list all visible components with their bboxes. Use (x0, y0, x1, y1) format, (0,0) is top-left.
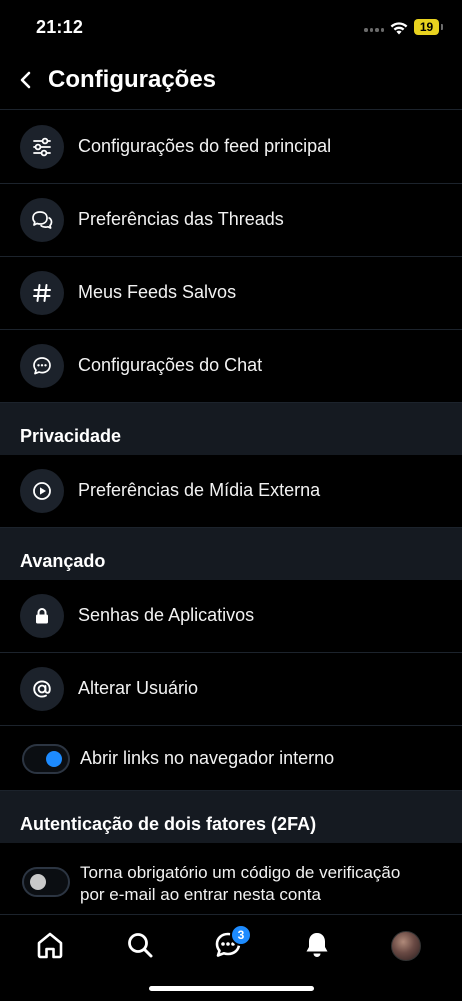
section-header-privacy: Privacidade (0, 403, 462, 455)
row-in-app-browser: Abrir links no navegador interno (0, 726, 462, 791)
row-label: Alterar Usuário (78, 678, 199, 698)
row-label: Configurações do Chat (78, 355, 263, 375)
row-app-passwords[interactable]: Senhas de Aplicativos (0, 580, 462, 653)
cellular-signal-icon (364, 28, 384, 32)
toggle-knob (46, 751, 62, 767)
home-indicator (149, 986, 314, 991)
row-label: Preferências de Mídia Externa (78, 480, 321, 500)
search-icon[interactable] (124, 929, 156, 961)
row-saved-feeds[interactable]: Meus Feeds Salvos (0, 257, 462, 330)
toggle-label-line-1: Torna obrigatório um código de verificaç… (80, 863, 401, 882)
section-title: Avançado (20, 551, 106, 571)
home-icon[interactable] (34, 929, 66, 961)
status-time: 21:12 (36, 17, 84, 37)
page-title: Configurações (48, 66, 217, 93)
at-icon (20, 667, 64, 711)
header: Configurações (0, 56, 462, 110)
in-app-browser-toggle[interactable] (22, 744, 70, 774)
messages-badge: 3 (230, 924, 252, 946)
toggle-knob (30, 874, 46, 890)
row-label: Preferências das Threads (78, 209, 284, 229)
sliders-icon (20, 125, 64, 169)
row-label: Meus Feeds Salvos (78, 282, 237, 302)
settings-list: Configurações do feed principal Preferên… (0, 111, 462, 918)
row-external-media[interactable]: Preferências de Mídia Externa (0, 455, 462, 528)
row-label: Senhas de Aplicativos (78, 605, 255, 625)
section-title: Autenticação de dois fatores (2FA) (20, 814, 317, 834)
wifi-icon (390, 22, 408, 35)
back-chevron-icon[interactable] (14, 68, 38, 92)
section-header-2fa: Autenticação de dois fatores (2FA) (0, 791, 462, 843)
status-bar: 21:12 19 (0, 0, 462, 56)
hash-icon (20, 271, 64, 315)
profile-avatar[interactable] (391, 931, 421, 961)
lock-icon (20, 594, 64, 638)
chat-dots-icon (20, 344, 64, 388)
section-title: Privacidade (20, 426, 122, 446)
section-header-advanced: Avançado (0, 528, 462, 580)
row-label: Configurações do feed principal (78, 136, 332, 156)
row-feed-settings[interactable]: Configurações do feed principal (0, 111, 462, 184)
row-change-handle[interactable]: Alterar Usuário (0, 653, 462, 726)
email-2fa-toggle[interactable] (22, 867, 70, 897)
battery-indicator: 19 (414, 19, 443, 35)
row-thread-preferences[interactable]: Preferências das Threads (0, 184, 462, 257)
row-chat-settings[interactable]: Configurações do Chat (0, 330, 462, 403)
notifications-bell-icon[interactable] (301, 929, 333, 961)
chat-bubbles-icon (20, 198, 64, 242)
row-email-2fa: Torna obrigatório um código de verificaç… (0, 843, 462, 918)
toggle-label: Abrir links no navegador interno (80, 748, 335, 768)
toggle-label: Torna obrigatório um código de verificaç… (80, 862, 450, 906)
play-circle-icon (20, 469, 64, 513)
toggle-label-line-2: por e-mail ao entrar nesta conta (80, 885, 321, 904)
